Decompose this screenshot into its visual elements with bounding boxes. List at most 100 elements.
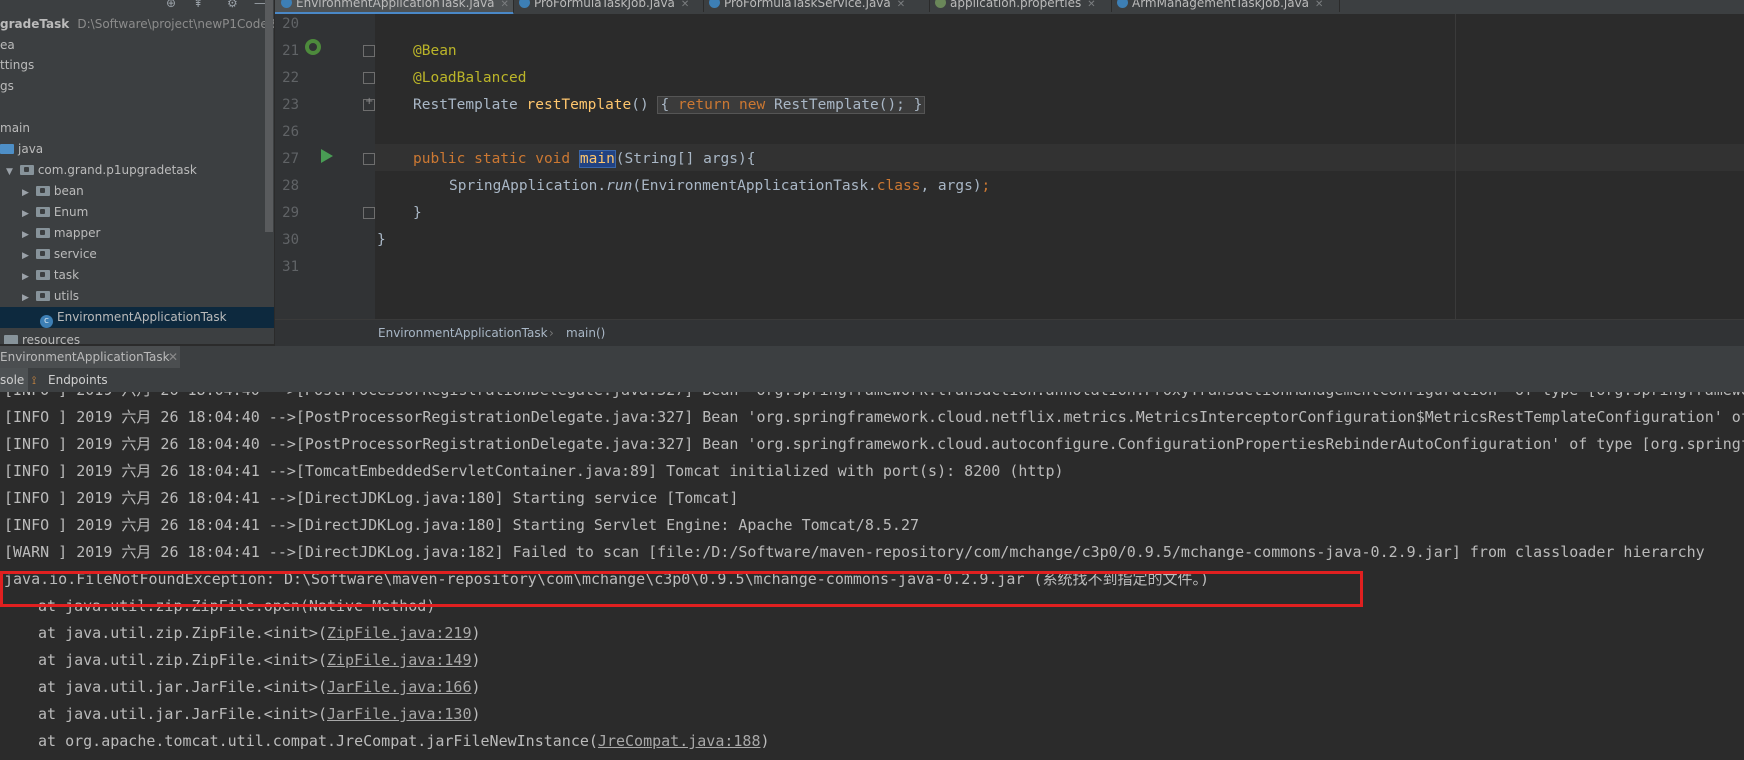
class-icon (1117, 0, 1128, 8)
code-line-30[interactable]: } (377, 227, 386, 254)
tree-item-main[interactable]: main (0, 118, 274, 139)
code-line-28[interactable]: SpringApplication.run(EnvironmentApplica… (449, 173, 990, 200)
console-line: [INFO ] 2019 六月 26 18:04:41 -->[DirectJD… (4, 516, 920, 534)
error-highlight-box (0, 571, 1363, 607)
tree-item-settings[interactable]: ttings (0, 55, 274, 76)
source-link[interactable]: ZipFile.java:149 (327, 651, 472, 669)
collapsed-arrow-icon[interactable]: ▶ (22, 288, 32, 309)
tree-scrollbar[interactable] (265, 0, 273, 232)
code-token: , args) (920, 178, 982, 194)
tab-application-properties[interactable]: application.properties ✕ (929, 0, 1112, 12)
run-config-tab[interactable]: EnvironmentApplicationTask (0, 346, 180, 368)
collapsed-arrow-icon[interactable]: ▶ (22, 225, 32, 246)
code-editor[interactable]: 20 21 22 23 26 27 28 29 30 31 @Bean @Loa… (275, 14, 1744, 319)
run-gutter-icon[interactable] (321, 149, 333, 163)
tab-arm-management-task-job[interactable]: ArmManagementTaskJob.java ✕ (1111, 0, 1340, 12)
tree-item-main-class[interactable]: c EnvironmentApplicationTask (0, 307, 274, 328)
close-icon[interactable]: ✕ (897, 0, 905, 10)
tree-item-logs[interactable]: gs (0, 76, 274, 97)
console-line: [WARN ] 2019 六月 26 18:04:41 -->[DirectJD… (4, 543, 1705, 561)
stack-frame-text: at org.apache.tomcat.util.compat.JreComp… (38, 732, 598, 750)
class-icon (519, 0, 530, 8)
collapsed-arrow-icon[interactable]: ▶ (22, 267, 32, 288)
source-link[interactable]: JarFile.java:166 (327, 678, 472, 696)
close-icon[interactable]: ✕ (501, 0, 509, 10)
tab-endpoints[interactable]: Endpoints (48, 368, 108, 392)
tab-console[interactable]: sole (0, 368, 28, 392)
source-link[interactable]: ZipFile.java:219 (327, 624, 472, 642)
tree-item-enum[interactable]: ▶ Enum (0, 202, 274, 223)
line-number: 21 (282, 43, 299, 59)
tab-console-label: sole (0, 373, 25, 387)
source-link[interactable]: JreCompat.java:188 (598, 732, 761, 750)
code-token: RestTemplate (413, 97, 527, 113)
annotation-loadbalanced: @LoadBalanced (413, 70, 527, 86)
gear-icon[interactable]: ⚙ (227, 0, 241, 9)
fold-marker-icon[interactable] (363, 72, 375, 84)
tree-item-resources[interactable]: resources (0, 330, 274, 344)
expanded-arrow-icon[interactable]: ▼ (6, 162, 16, 183)
tree-item-service[interactable]: ▶ service (0, 244, 274, 265)
collapsed-arrow-icon[interactable]: ▶ (22, 183, 32, 204)
tree-item-label: main (0, 121, 30, 135)
close-icon[interactable]: ✕ (168, 346, 178, 368)
code-line-29[interactable]: } (413, 200, 422, 227)
fold-gutter (345, 14, 375, 319)
tree-item-label: ea (0, 38, 15, 52)
code-keyword: return new (677, 97, 774, 113)
line-number: 26 (282, 124, 299, 140)
close-icon[interactable]: ✕ (1315, 0, 1323, 10)
stack-frame: at java.util.jar.JarFile.<init>(JarFile.… (38, 674, 481, 701)
code-line-22[interactable]: @LoadBalanced (413, 65, 527, 92)
tab-environment-application-task[interactable]: EnvironmentApplicationTask.java ✕ (275, 0, 514, 14)
tree-item-idea[interactable]: ea (0, 35, 274, 56)
collapse-all-icon[interactable]: ⇞ (193, 0, 207, 9)
console-line: [INFO ] 2019 六月 26 18:04:41 -->[TomcatEm… (4, 462, 1064, 480)
tab-proformula-task-job[interactable]: ProFormulaTaskJob.java ✕ (513, 0, 704, 12)
stack-frame-text: ) (760, 732, 770, 750)
stack-frame-text: at java.util.zip.ZipFile.<init>( (38, 651, 327, 669)
tree-item-label: resources (22, 333, 81, 344)
code-line-27[interactable]: public static void main(String[] args){ (413, 146, 755, 173)
stack-frame: at java.util.jar.JarFile.<init>(JarFile.… (38, 701, 481, 728)
fold-marker-icon[interactable] (363, 153, 375, 165)
code-line-21[interactable]: @Bean (413, 38, 457, 65)
collapsed-arrow-icon[interactable]: ▶ (22, 246, 32, 267)
tree-item-label: task (53, 268, 80, 282)
tree-item-label: Enum (53, 205, 89, 219)
fold-marker-icon[interactable] (363, 207, 375, 219)
tree-item-utils[interactable]: ▶ utils (0, 286, 274, 307)
breadcrumb-method[interactable]: main() (566, 320, 605, 346)
close-icon[interactable]: ✕ (1087, 0, 1095, 10)
tree-root[interactable]: gradeTask D:\Software\project\newP1CodeB… (0, 14, 274, 35)
properties-icon (935, 0, 946, 8)
code-method-main[interactable]: main (578, 150, 616, 168)
line-number: 22 (282, 70, 299, 86)
locate-icon[interactable]: ⊕ (166, 0, 180, 9)
code-line-23[interactable]: RestTemplate restTemplate() { return new… (413, 92, 926, 119)
collapsed-arrow-icon[interactable]: ▶ (22, 204, 32, 225)
right-margin-guide (1455, 14, 1456, 319)
code-token: RestTemplate(); (773, 97, 905, 113)
spring-bean-icon[interactable] (305, 39, 321, 55)
tab-proformula-task-service[interactable]: ProFormulaTaskService.java ✕ (703, 0, 930, 12)
fold-marker-icon[interactable] (363, 45, 375, 57)
source-link[interactable]: JarFile.java:130 (327, 705, 472, 723)
console-line: [INFO ] 2019 六月 26 18:04:41 -->[DirectJD… (4, 489, 739, 507)
tree-item-bean[interactable]: ▶ bean (0, 181, 274, 202)
resources-folder-icon (4, 335, 18, 344)
close-icon[interactable]: ✕ (681, 0, 689, 10)
tree-item-label: com.grand.p1upgradetask (37, 163, 197, 177)
tree-item-task[interactable]: ▶ task (0, 265, 274, 286)
expand-fold-icon[interactable] (363, 96, 375, 111)
tree-item-java[interactable]: java (0, 139, 274, 160)
console-tab-bar: sole ⟟ Endpoints (0, 368, 1744, 393)
breadcrumb-class[interactable]: EnvironmentApplicationTask (378, 320, 548, 346)
tree-item-package[interactable]: ▼ com.grand.p1upgradetask (0, 160, 274, 181)
code-keyword: class (876, 178, 921, 194)
class-icon (281, 0, 292, 8)
folded-block[interactable]: { return new RestTemplate(); } (657, 96, 926, 114)
tree-item-label: utils (53, 289, 80, 303)
tree-item-mapper[interactable]: ▶ mapper (0, 223, 274, 244)
stack-frame-text: at java.util.jar.JarFile.<init>( (38, 705, 327, 723)
